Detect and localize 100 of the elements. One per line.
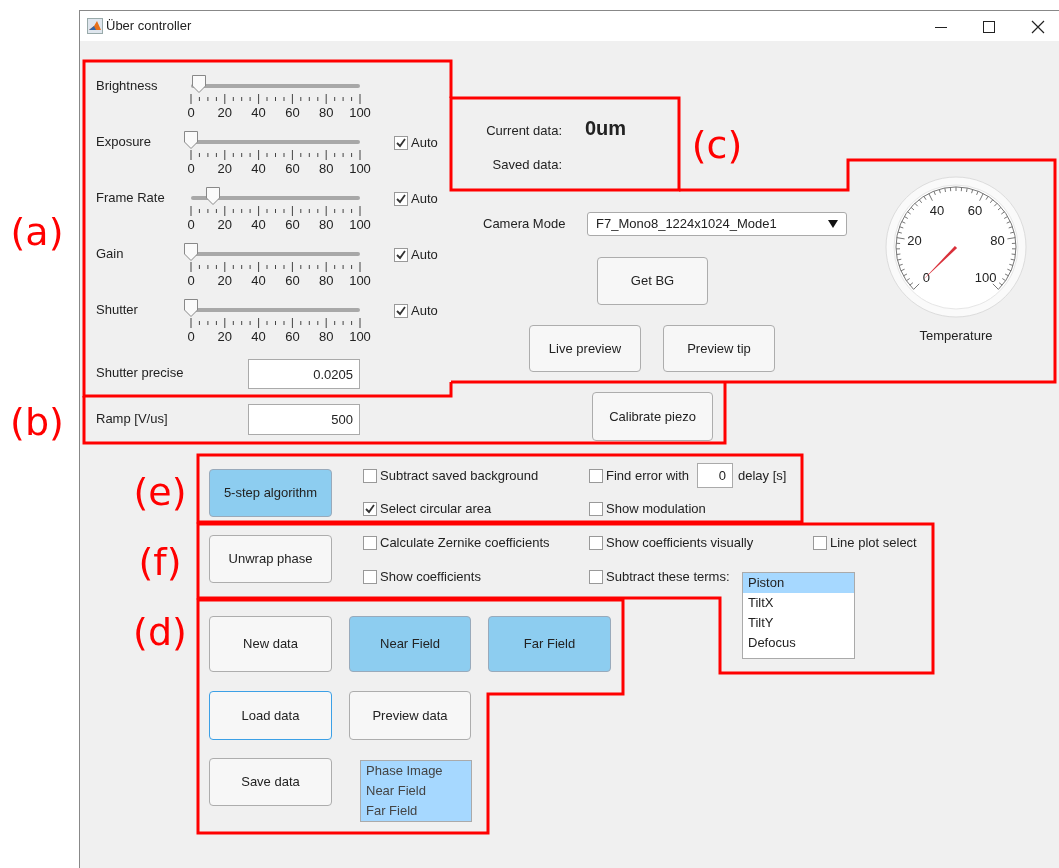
tick-label: 40 — [251, 161, 266, 177]
close-button[interactable] — [1029, 18, 1047, 36]
data-label: Current data: — [486, 123, 562, 139]
checkbox[interactable] — [363, 469, 377, 483]
checkbox[interactable] — [394, 248, 408, 262]
tick-label: 0 — [187, 161, 195, 177]
checkbox[interactable] — [363, 502, 377, 516]
tick-label: 60 — [285, 105, 300, 121]
tick-label: 100 — [349, 273, 371, 289]
action-button[interactable]: Live preview — [529, 325, 641, 372]
data-button[interactable]: Save data — [209, 758, 332, 806]
action-button[interactable]: Preview tip — [663, 325, 775, 372]
data-button[interactable]: Load data — [209, 691, 332, 740]
list-item[interactable]: Far Field — [361, 801, 471, 821]
list-item[interactable]: Defocus — [743, 633, 854, 653]
checkbox-label: Auto — [411, 303, 438, 319]
checkbox[interactable] — [813, 536, 827, 550]
ramp-field[interactable]: 500 — [248, 404, 360, 435]
checkbox-label: Auto — [411, 191, 438, 207]
checkbox-label: Auto — [411, 247, 438, 263]
tick-label: 100 — [349, 329, 371, 345]
unwrap-button[interactable]: Unwrap phase — [209, 535, 332, 583]
tick-label: 80 — [318, 161, 334, 177]
tick-label: 60 — [285, 161, 300, 177]
checkbox[interactable] — [589, 502, 603, 516]
tick-label: 0 — [187, 217, 195, 233]
tick-label: 80 — [318, 217, 334, 233]
gauge-label: 0 — [922, 269, 930, 285]
maximize-button[interactable] — [980, 18, 998, 36]
app-icon — [87, 18, 103, 34]
data-button[interactable]: Preview data — [349, 691, 471, 740]
gauge-label: 80 — [990, 233, 1005, 249]
list-item[interactable]: Piston — [743, 573, 854, 593]
gauge-label: 20 — [907, 233, 922, 249]
action-button[interactable]: Calibrate piezo — [592, 392, 713, 441]
tick-label: 20 — [217, 217, 233, 233]
slider-label: Exposure — [96, 134, 151, 150]
tick-label: 40 — [251, 217, 266, 233]
gauge-label: 60 — [967, 202, 983, 218]
shutter-precise-field[interactable]: 0.0205 — [248, 359, 360, 389]
checkbox[interactable] — [363, 536, 377, 550]
tick-label: 20 — [217, 161, 233, 177]
annotation-label: (b) — [10, 402, 64, 442]
tick-label: 0 — [187, 329, 195, 345]
camera-mode-dropdown[interactable]: F7_Mono8_1224x1024_Mode1 — [587, 212, 847, 236]
algorithm-button[interactable]: 5-step algorithm — [209, 469, 332, 517]
tick-label: 40 — [251, 329, 266, 345]
checkbox[interactable] — [589, 536, 603, 550]
checkbox-label: Auto — [411, 135, 438, 151]
annotation-label: (a) — [10, 212, 64, 252]
data-value: 0um — [585, 120, 627, 136]
list-item[interactable]: Near Field — [361, 781, 471, 801]
checkbox-label: Select circular area — [380, 501, 492, 517]
checkbox-label: Show coefficients visually — [606, 535, 754, 551]
annotation-label: (e) — [133, 472, 187, 512]
checkbox-label: Calculate Zernike coefficients — [380, 535, 550, 551]
field-label: Camera Mode — [483, 216, 566, 232]
tick-label: 60 — [285, 273, 300, 289]
tick-label: 20 — [217, 105, 233, 121]
checkbox[interactable] — [394, 192, 408, 206]
checkbox-label: Line plot select — [830, 535, 917, 551]
field-label: Ramp [V/us] — [96, 411, 168, 427]
tick-label: 0 — [187, 105, 195, 121]
tick-label: 100 — [349, 217, 371, 233]
checkbox-label: Find error with — [606, 468, 690, 484]
checkbox[interactable] — [589, 469, 603, 483]
tick-label: 100 — [349, 161, 371, 177]
data-label: Saved data: — [492, 157, 562, 173]
checkbox[interactable] — [394, 136, 408, 150]
data-button[interactable]: New data — [209, 616, 332, 672]
tick-label: 80 — [318, 273, 334, 289]
slider-label: Brightness — [96, 78, 158, 94]
field-label: Shutter precise — [96, 365, 184, 381]
gauge-title: Temperature — [919, 328, 993, 344]
tick-label: 20 — [217, 329, 233, 345]
annotation-label: (c) — [691, 125, 743, 165]
tick-label: 40 — [251, 105, 266, 121]
tick-label: 100 — [349, 105, 371, 121]
list-item[interactable]: TiltX — [743, 593, 854, 613]
list-item[interactable]: Phase Image — [361, 761, 471, 781]
slider-label: Gain — [96, 246, 124, 262]
list-item[interactable]: TiltY — [743, 613, 854, 633]
checkbox[interactable] — [363, 570, 377, 584]
annotation-label: (f) — [138, 542, 182, 582]
caret-icon — [828, 220, 838, 228]
slider-label: Shutter — [96, 302, 138, 318]
slider-label: Frame Rate — [96, 190, 165, 206]
tick-label: 80 — [318, 105, 334, 121]
annotation-label: (d) — [133, 612, 187, 652]
field-unit: delay [s] — [738, 468, 787, 484]
checkbox[interactable] — [394, 304, 408, 318]
checkbox[interactable] — [589, 570, 603, 584]
data-button[interactable]: Near Field — [349, 616, 471, 672]
tick-label: 0 — [187, 273, 195, 289]
delay-field[interactable]: 0 — [697, 463, 733, 488]
data-button[interactable]: Far Field — [488, 616, 611, 672]
tick-label: 60 — [285, 217, 300, 233]
tick-label: 20 — [217, 273, 233, 289]
gauge-needle — [923, 245, 958, 280]
action-button[interactable]: Get BG — [597, 257, 708, 305]
